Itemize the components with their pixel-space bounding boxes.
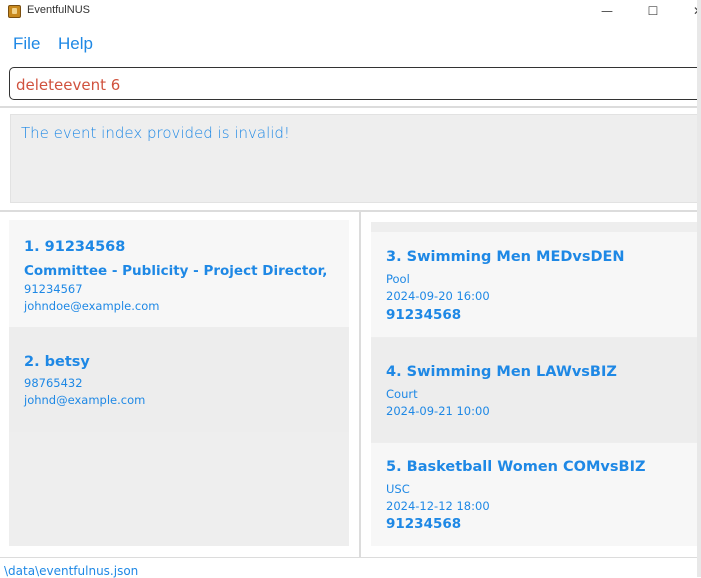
divider bbox=[0, 106, 701, 108]
command-input[interactable] bbox=[16, 75, 676, 95]
event-venue: Court bbox=[386, 387, 418, 401]
person-title: 2. betsy bbox=[24, 354, 90, 370]
event-participant: 91234568 bbox=[386, 516, 462, 532]
event-datetime: 2024-09-21 10:00 bbox=[386, 404, 490, 418]
menu-file[interactable]: File bbox=[13, 34, 40, 54]
event-card[interactable]: 5. Basketball Women COMvsBIZ USC 2024-12… bbox=[371, 443, 701, 546]
person-roles: Committee - Publicity - Project Director… bbox=[24, 263, 328, 279]
event-title: 3. Swimming Men MEDvsDEN bbox=[386, 249, 625, 265]
person-card[interactable]: 2. betsy 98765432 johnd@example.com bbox=[9, 327, 349, 432]
app-icon bbox=[8, 5, 21, 18]
status-bar-path: \data\eventfulnus.json bbox=[4, 564, 139, 578]
menu-help[interactable]: Help bbox=[58, 34, 93, 54]
event-venue: Pool bbox=[386, 272, 410, 286]
divider bbox=[0, 210, 701, 212]
event-title: 4. Swimming Men LAWvsBIZ bbox=[386, 364, 617, 380]
person-list[interactable]: 1. 91234568 Committee - Publicity - Proj… bbox=[9, 220, 349, 546]
result-message: The event index provided is invalid! bbox=[21, 124, 290, 142]
person-title: 1. 91234568 bbox=[24, 239, 126, 255]
maximize-button[interactable]: ☐ bbox=[638, 2, 668, 20]
event-venue: USC bbox=[386, 482, 410, 496]
person-phone: 91234567 bbox=[24, 282, 83, 296]
event-card[interactable]: 4. Swimming Men LAWvsBIZ Court 2024-09-2… bbox=[371, 338, 701, 442]
person-phone: 98765432 bbox=[24, 376, 83, 390]
event-card[interactable]: 3. Swimming Men MEDvsDEN Pool 2024-09-20… bbox=[371, 232, 701, 337]
menu-bar bbox=[0, 27, 701, 61]
divider bbox=[0, 557, 701, 558]
window-edge bbox=[697, 0, 701, 577]
event-datetime: 2024-09-20 16:00 bbox=[386, 289, 490, 303]
panel-separator[interactable] bbox=[359, 212, 361, 558]
event-participant: 91234568 bbox=[386, 307, 462, 323]
event-datetime: 2024-12-12 18:00 bbox=[386, 499, 490, 513]
minimize-button[interactable]: — bbox=[592, 2, 622, 20]
window-title: EventfulNUS bbox=[27, 4, 90, 16]
person-email: johndoe@example.com bbox=[24, 299, 160, 313]
person-card[interactable]: 1. 91234568 Committee - Publicity - Proj… bbox=[9, 220, 349, 327]
event-title: 5. Basketball Women COMvsBIZ bbox=[386, 459, 646, 475]
event-list[interactable]: 3. Swimming Men MEDvsDEN Pool 2024-09-20… bbox=[371, 222, 701, 546]
person-email: johnd@example.com bbox=[24, 393, 146, 407]
